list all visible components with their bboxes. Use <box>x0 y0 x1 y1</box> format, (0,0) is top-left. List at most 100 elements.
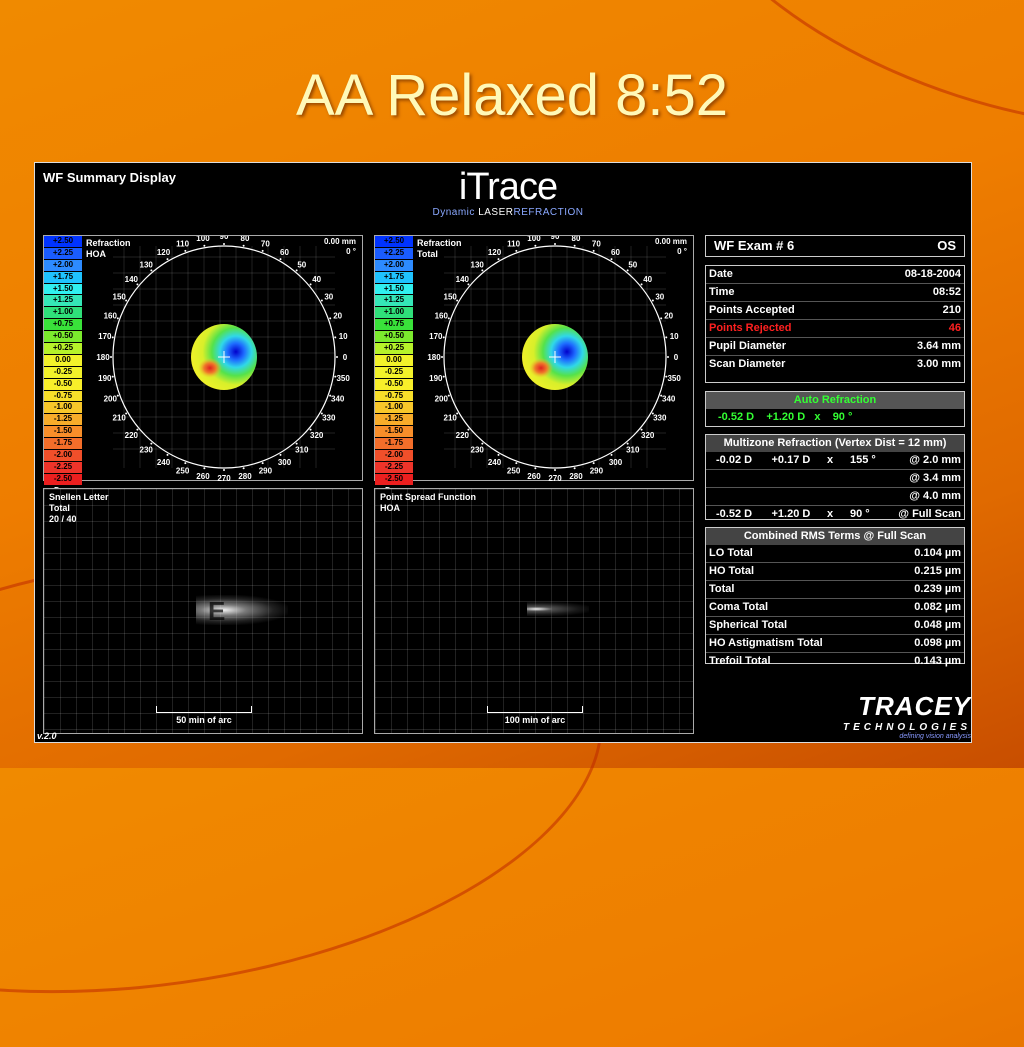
rms-row: Coma Total 0.082 µm <box>706 599 964 617</box>
angle-label: 40 <box>312 275 321 284</box>
info-row: Time 08:52 <box>706 284 964 302</box>
angle-label: 350 <box>336 374 350 383</box>
tracey-technologies-logo: TRACEY TECHNOLOGIES defining vision anal… <box>842 691 971 740</box>
tick-dot <box>295 269 298 272</box>
tick-dot <box>279 258 282 261</box>
info-value: 08-18-2004 <box>904 268 961 280</box>
rms-value: 0.082 µm <box>914 601 961 613</box>
angle-label: 290 <box>590 467 604 476</box>
rms-value: 0.048 µm <box>914 619 961 631</box>
angle-label: 20 <box>333 312 342 321</box>
tick-dot <box>447 317 450 320</box>
rms-label: LO Total <box>709 547 753 559</box>
angle-label: 220 <box>456 431 470 440</box>
multizone-sph: -0.52 D <box>716 508 753 520</box>
angle-label: 60 <box>280 248 289 257</box>
multizone-cyl <box>772 470 828 487</box>
rms-label: Total <box>709 583 735 595</box>
angle-label: 20 <box>664 312 673 321</box>
tick-dot <box>592 249 595 252</box>
angle-label: 320 <box>310 431 324 440</box>
tick-dot <box>497 453 500 456</box>
tick-dot <box>534 467 537 470</box>
tick-dot <box>592 462 595 465</box>
wavefront-hotspot <box>198 358 222 378</box>
auto-refraction-box: Auto Refraction -0.52 D +1.20 D x 90 ° <box>705 391 965 427</box>
angle-label: 40 <box>643 275 652 284</box>
angle-label: 90 <box>220 236 229 241</box>
angle-label: 200 <box>104 394 118 403</box>
itrace-logo: iTrace Dynamic LASERREFRACTION <box>423 167 593 229</box>
angle-label: 310 <box>626 446 640 455</box>
angle-label: 190 <box>98 374 112 383</box>
rms-terms-table: Combined RMS Terms @ Full Scan LO Total 0… <box>705 527 965 667</box>
tick-dot <box>116 394 119 397</box>
tick-dot <box>481 269 484 272</box>
multizone-x: x <box>827 454 834 466</box>
tick-dot <box>261 249 264 252</box>
tick-dot <box>626 269 629 272</box>
multizone-zone: @ 3.4 mm <box>909 472 961 484</box>
tick-dot <box>573 467 576 470</box>
rms-label: HO Total <box>709 565 755 577</box>
angle-label: 290 <box>259 467 273 476</box>
tick-dot <box>150 442 153 445</box>
angle-label: 160 <box>104 312 118 321</box>
angle-label: 110 <box>507 239 520 248</box>
tick-dot <box>554 469 556 471</box>
refraction-total-map[interactable]: +2.50 +2.25 +2.00 +1.75 +1.50 +1.25 +1.00 +0.75… <box>374 235 694 497</box>
angle-label: 130 <box>471 260 485 269</box>
tick-dot <box>515 462 518 465</box>
multizone-axis <box>850 470 898 487</box>
angle-label: 260 <box>196 472 210 481</box>
angle-label: 120 <box>157 248 171 257</box>
tick-dot <box>111 336 114 339</box>
multizone-axis: 155 ° <box>849 454 876 466</box>
psf-spot <box>527 602 589 616</box>
wf-summary-panel: WF Summary Display iTrace Dynamic LASERR… <box>34 162 972 743</box>
angle-label: 140 <box>125 275 139 284</box>
angle-label: 60 <box>611 248 620 257</box>
angle-label: 150 <box>444 293 458 302</box>
info-label: Pupil Diameter <box>709 340 787 352</box>
auto-refraction-title: Auto Refraction <box>706 392 964 409</box>
tick-dot <box>441 356 443 358</box>
scale-bar: 100 min of arc <box>487 706 583 725</box>
info-label: Date <box>709 268 733 280</box>
tick-dot <box>442 336 445 339</box>
angle-label: 270 <box>548 474 562 482</box>
tick-dot <box>279 453 282 456</box>
angle-label: 180 <box>96 353 110 362</box>
tick-dot <box>111 375 114 378</box>
angle-label: 300 <box>609 458 623 467</box>
polar-map: 0 10 20 3040 50 60 70 80 90 100 110 120130140 150 160… <box>96 236 350 482</box>
tick-dot <box>610 453 613 456</box>
tick-dot <box>184 462 187 465</box>
angle-label: 300 <box>278 458 292 467</box>
multizone-row: -0.02 D +0.17 D x 155 ° @ 2.0 mm <box>706 452 964 470</box>
multizone-zone: @ Full Scan <box>898 508 961 520</box>
tick-dot <box>329 317 332 320</box>
point-spread-function-panel[interactable]: Point Spread Function HOA 100 min of arc <box>374 488 694 734</box>
rms-row: HO Astigmatism Total 0.098 µm <box>706 635 964 653</box>
rms-value: 0.239 µm <box>914 583 961 595</box>
angle-label: 330 <box>322 414 336 423</box>
angle-label: 100 <box>196 236 210 243</box>
multizone-sph <box>716 488 772 505</box>
tick-dot <box>497 258 500 261</box>
tick-dot <box>442 375 445 378</box>
tick-dot <box>242 467 245 470</box>
logo-sub: Dynamic LASERREFRACTION <box>432 207 584 218</box>
angle-label: 150 <box>113 293 127 302</box>
rms-row: Trefoil Total 0.143 µm <box>706 653 964 670</box>
eye-label: OS <box>937 238 956 253</box>
refraction-hoa-map[interactable]: +2.50 +2.25 +2.00 +1.75 +1.50 +1.25 +1.00 +0.75… <box>43 235 363 497</box>
snellen-letter-panel[interactable]: Snellen Letter Total 20 / 40 E 50 min of a… <box>43 488 363 734</box>
rms-title: Combined RMS Terms @ Full Scan <box>706 528 964 545</box>
rms-value: 0.104 µm <box>914 547 961 559</box>
exam-info-table: Date 08-18-2004 Time 08:52 Points Accepted 21… <box>705 265 965 383</box>
angle-label: 50 <box>628 260 637 269</box>
angle-label: 170 <box>429 332 443 341</box>
angle-label: 250 <box>507 467 521 476</box>
tick-dot <box>223 469 225 471</box>
